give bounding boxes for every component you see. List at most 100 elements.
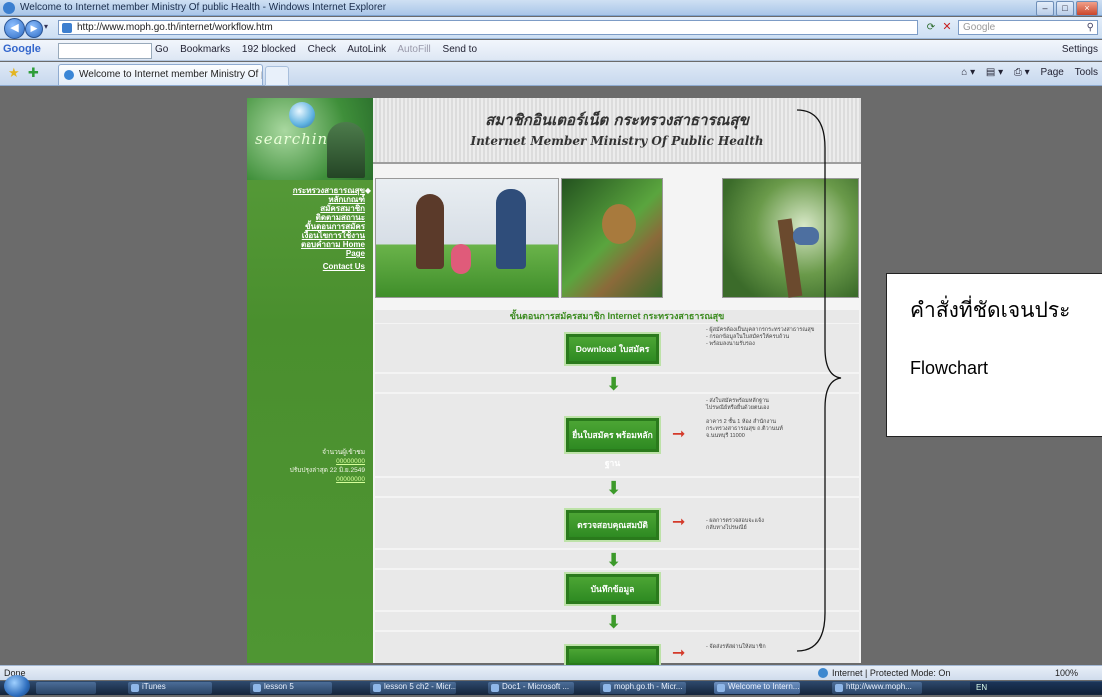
sidebar: [247, 98, 373, 663]
flow-step-verify: ตรวจสอบคุณสมบัติ: [564, 508, 661, 542]
bookmarks-button[interactable]: Bookmarks: [180, 44, 230, 55]
new-tab-button[interactable]: [265, 66, 289, 86]
page-header: สมาชิกอินเตอร์เน็ต กระทรวงสาธารณสุข Inte…: [373, 98, 861, 164]
tab-title: Welcome to Internet member Ministry Of p…: [79, 69, 262, 80]
page-title-english: Internet Member Ministry Of Public Healt…: [470, 134, 764, 148]
right-arrow-icon: ➞: [672, 426, 686, 443]
page-icon: [62, 23, 72, 33]
updated-link[interactable]: 00000000: [247, 475, 365, 484]
refresh-icon[interactable]: ⟳: [922, 20, 940, 35]
logo-person-image: [327, 122, 365, 178]
down-arrow-icon: ⬇: [606, 478, 622, 498]
globe-icon: [289, 102, 315, 128]
window-title: Welcome to Internet member Ministry Of p…: [20, 2, 387, 13]
taskbar-item[interactable]: http://www.moph...: [832, 682, 922, 694]
sidebar-item-status[interactable]: ติดตามสถานะ: [247, 213, 365, 222]
google-settings-button[interactable]: Settings: [1062, 44, 1098, 55]
banner-photo-hands: [561, 178, 663, 298]
sidebar-item-page[interactable]: Page: [247, 249, 365, 258]
autofill-button[interactable]: AutoFill: [397, 44, 430, 55]
popup-blocked-button[interactable]: 192 blocked: [242, 44, 296, 55]
taskbar-item[interactable]: lesson 5: [250, 682, 332, 694]
flow-step-record: บันทึกข้อมูล: [564, 572, 661, 606]
search-input[interactable]: Google ⚲: [958, 20, 1098, 35]
home-icon[interactable]: ⌂ ▾: [961, 67, 975, 78]
browser-tab[interactable]: Welcome to Internet member Ministry Of p…: [58, 64, 263, 85]
annotation-bracket: [796, 109, 842, 652]
search-icon[interactable]: ⚲: [1087, 21, 1094, 35]
close-button[interactable]: ×: [1076, 1, 1098, 16]
tray-language[interactable]: EN: [976, 683, 987, 692]
maximize-button[interactable]: □: [1056, 1, 1074, 16]
print-icon[interactable]: ⎙ ▾: [1014, 67, 1030, 78]
sidebar-item-contact[interactable]: Contact Us: [247, 262, 365, 271]
forward-button[interactable]: ▶: [25, 20, 43, 38]
taskbar-quicklaunch[interactable]: [36, 682, 96, 694]
google-toolbar-label: Google: [3, 43, 41, 55]
send-to-button[interactable]: Send to: [443, 44, 477, 55]
feeds-icon[interactable]: ▤ ▾: [986, 67, 1003, 78]
taskbar-item[interactable]: Doc1 - Microsoft ...: [488, 682, 574, 694]
back-button[interactable]: ◀: [4, 18, 25, 39]
command-bar: ⌂ ▾ ▤ ▾ ⎙ ▾ Page Tools: [953, 67, 1098, 78]
google-toolbar-items: Go Bookmarks 192 blocked Check AutoLink …: [155, 44, 486, 55]
callout-line-1: คำสั่งที่ชัดเจนประ: [910, 298, 1071, 322]
down-arrow-icon: ⬇: [606, 550, 622, 570]
ie-icon: [3, 2, 15, 14]
favorites-star-icon[interactable]: ★: [8, 66, 20, 80]
flow-step-next: [564, 644, 661, 668]
flowchart-title: ขั้นตอนการสมัครสมาชิก Internet กระทรวงสา…: [375, 310, 859, 323]
start-button[interactable]: [4, 675, 30, 697]
sidebar-item-steps[interactable]: ขั้นตอนการสมัคร: [247, 222, 365, 231]
security-zone[interactable]: Internet | Protected Mode: On: [832, 668, 950, 678]
down-arrow-icon: ⬇: [606, 612, 622, 632]
tab-bar: ★ ✚ Welcome to Internet member Ministry …: [0, 62, 1102, 86]
right-arrow-icon: ➞: [672, 645, 686, 662]
updated-label: ปรับปรุงล่าสุด 22 มิ.ย.2549: [289, 467, 365, 474]
taskbar-item-active[interactable]: Welcome to Intern...: [714, 682, 800, 694]
counter-label: จำนวนผู้เข้าชม: [322, 449, 365, 456]
recent-pages-dropdown-icon[interactable]: ▾: [44, 22, 48, 31]
right-arrow-icon: ➞: [672, 514, 686, 531]
address-bar: ◀ ▶ ▾ http://www.moph.go.th/internet/wor…: [0, 17, 1102, 39]
url-field[interactable]: http://www.moph.go.th/internet/workflow.…: [58, 20, 918, 35]
spell-check-button[interactable]: Check: [308, 44, 336, 55]
sidebar-item-terms[interactable]: เงื่อนไขการใช้งาน: [247, 231, 365, 240]
stop-icon[interactable]: ✕: [940, 20, 954, 35]
site-logo: searching: [247, 98, 373, 180]
system-tray: EN: [970, 682, 1102, 694]
flow-step-submit: ยื่นใบสมัคร พร้อมหลักฐาน: [564, 416, 661, 468]
menu-arrow-icon: ◆: [364, 186, 371, 195]
down-arrow-icon: ⬇: [606, 374, 622, 394]
annotation-callout: คำสั่งที่ชัดเจนประ Flowchart: [886, 273, 1102, 437]
autolink-button[interactable]: AutoLink: [347, 44, 386, 55]
taskbar-item[interactable]: iTunes: [128, 682, 212, 694]
taskbar-item[interactable]: lesson 5 ch2 - Micr...: [370, 682, 456, 694]
taskbar: iTunes lesson 5 lesson 5 ch2 - Micr... D…: [0, 675, 1102, 697]
page-title-thai: สมาชิกอินเตอร์เน็ต กระทรวงสาธารณสุข: [485, 111, 749, 129]
google-go-button[interactable]: Go: [155, 44, 168, 55]
add-favorites-icon[interactable]: ✚: [28, 66, 39, 80]
visitor-counter: จำนวนผู้เข้าชม 00000000 ปรับปรุงล่าสุด 2…: [247, 448, 373, 484]
callout-line-2: Flowchart: [910, 358, 989, 378]
minimize-button[interactable]: –: [1036, 1, 1054, 16]
google-search-input[interactable]: [58, 43, 152, 59]
window-title-bar: Welcome to Internet member Ministry Of p…: [0, 0, 1102, 16]
sidebar-item-criteria[interactable]: หลักเกณฑ์: [247, 195, 365, 204]
tools-menu[interactable]: Tools: [1075, 67, 1098, 78]
taskbar-item[interactable]: moph.go.th - Micr...: [600, 682, 686, 694]
sidebar-item-moph[interactable]: กระทรวงสาธารณสุข: [247, 186, 365, 195]
google-toolbar: Google Go Bookmarks 192 blocked Check Au…: [0, 40, 1102, 61]
internet-zone-icon: [818, 668, 828, 678]
zoom-level[interactable]: 100%: [1055, 668, 1078, 678]
url-text: http://www.moph.go.th/internet/workflow.…: [77, 22, 273, 33]
sidebar-menu: ◆ กระทรวงสาธารณสุข หลักเกณฑ์ สมัครสมาชิก…: [247, 186, 373, 271]
search-placeholder: Google: [963, 22, 996, 33]
status-bar: Done Internet | Protected Mode: On 100%: [0, 665, 1102, 680]
page-menu[interactable]: Page: [1041, 67, 1064, 78]
counter-value: 00000000: [336, 458, 365, 465]
sidebar-item-faq-home[interactable]: ตอบคำถาม Home: [247, 240, 365, 249]
sidebar-item-register[interactable]: สมัครสมาชิก: [247, 204, 365, 213]
banner-photo-family: [375, 178, 559, 298]
flow-step-download[interactable]: Download ใบสมัคร: [564, 332, 661, 366]
